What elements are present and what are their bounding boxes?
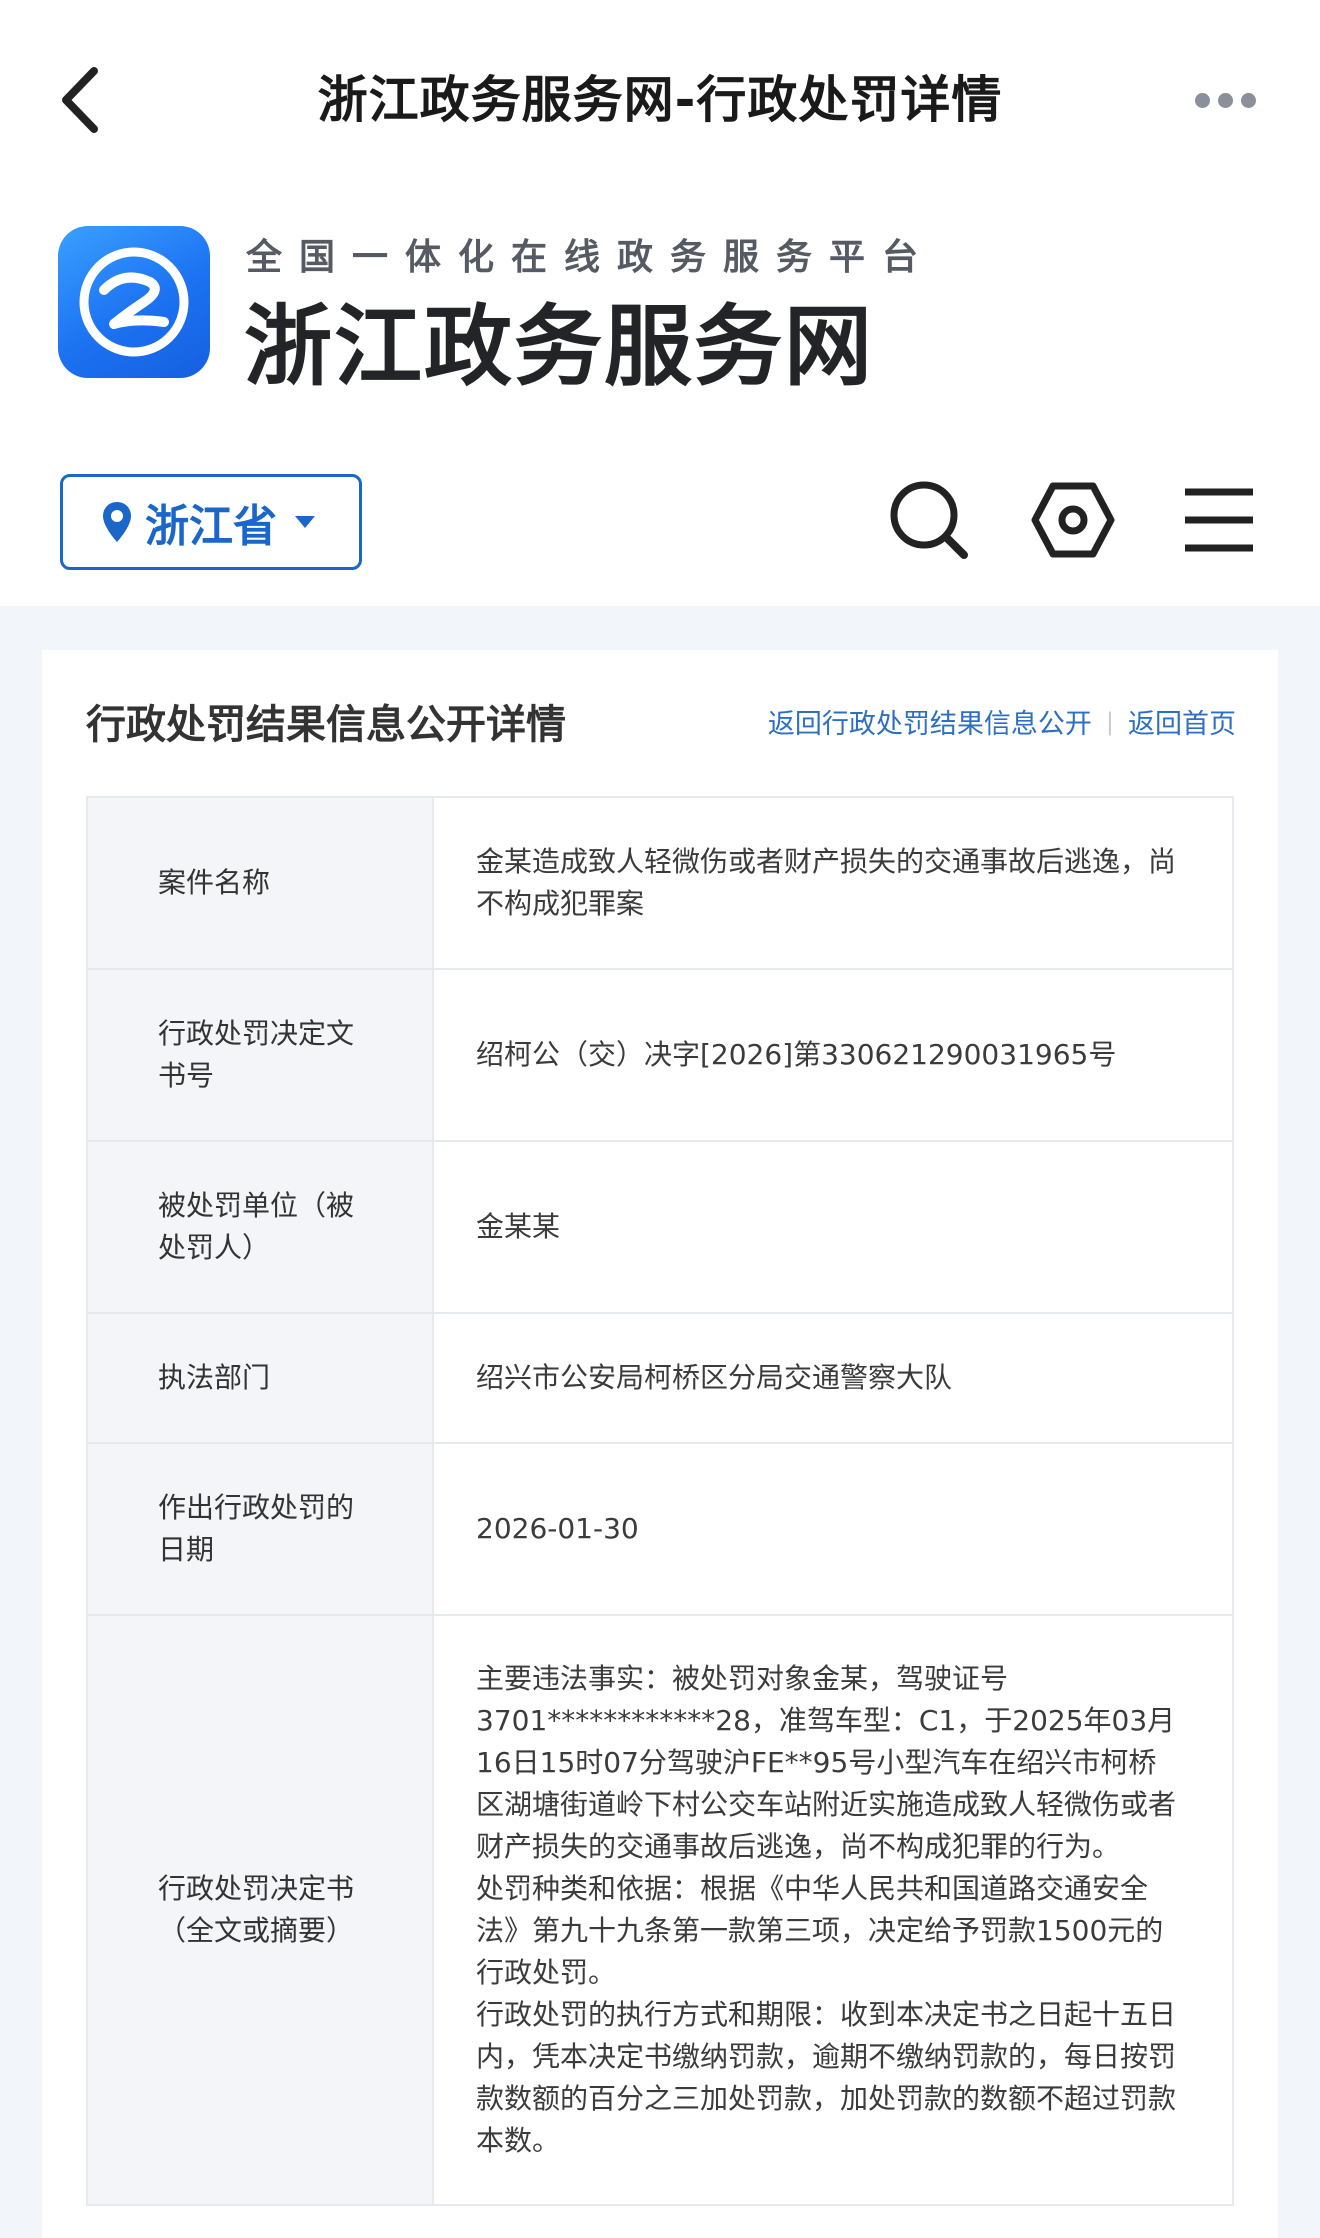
hexagon-settings-icon (1031, 482, 1115, 558)
brand-header: 全国一体化在线政务服务平台 浙江政务服务网 (58, 226, 958, 398)
table-row: 作出行政处罚的日期 2026-01-30 (86, 1442, 1234, 1616)
section-links: 返回行政处罚结果信息公开 | 返回首页 (740, 702, 1236, 741)
more-options-button[interactable] (1180, 80, 1270, 120)
table-row: 行政处罚决定书（全文或摘要） 主要违法事实：被处罚对象金某，驾驶证号3701**… (86, 1614, 1234, 2206)
page-title: 浙江政务服务网-行政处罚详情 (317, 71, 1003, 129)
caret-down-icon (295, 516, 315, 528)
home-link[interactable]: 返回首页 (1128, 702, 1236, 741)
row-key: 案件名称 (86, 796, 434, 970)
table-row: 行政处罚决定文书号 绍柯公（交）决字[2026]第330621290031965… (86, 968, 1234, 1142)
row-key: 行政处罚决定书（全文或摘要） (86, 1614, 434, 2206)
link-separator: | (1105, 707, 1114, 736)
menu-button[interactable] (1174, 475, 1264, 565)
row-value: 主要违法事实：被处罚对象金某，驾驶证号3701************28，准驾… (432, 1614, 1234, 2206)
search-button[interactable] (884, 475, 974, 565)
more-dot-icon (1194, 92, 1210, 108)
more-dot-icon (1217, 92, 1233, 108)
brand-name: 浙江政务服务网 (244, 294, 875, 398)
penalty-detail-table: 案件名称 金某造成致人轻微伤或者财产损失的交通事故后逃逸，尚不构成犯罪案 行政处… (86, 796, 1234, 2206)
row-value: 绍兴市公安局柯桥区分局交通警察大队 (432, 1312, 1234, 1444)
back-to-list-link[interactable]: 返回行政处罚结果信息公开 (768, 702, 1092, 741)
settings-button[interactable] (1028, 475, 1118, 565)
region-selector[interactable]: 浙江省 (60, 474, 362, 570)
decision-paragraph: 主要违法事实：被处罚对象金某，驾驶证号3701************28，准驾… (476, 1662, 1177, 1863)
table-row: 案件名称 金某造成致人轻微伤或者财产损失的交通事故后逃逸，尚不构成犯罪案 (86, 796, 1234, 970)
row-key: 执法部门 (86, 1312, 434, 1444)
row-key: 被处罚单位（被处罚人） (86, 1140, 434, 1314)
zhejiang-logo-icon[interactable] (58, 226, 210, 378)
row-key: 行政处罚决定文书号 (86, 968, 434, 1142)
more-dot-icon (1240, 92, 1256, 108)
decision-paragraph: 处罚种类和依据：根据《中华人民共和国道路交通安全法》第九十九条第一款第三项，决定… (476, 1872, 1164, 1989)
table-row: 执法部门 绍兴市公安局柯桥区分局交通警察大队 (86, 1312, 1234, 1444)
row-value: 金某某 (432, 1140, 1234, 1314)
brand-subtitle: 全国一体化在线政务服务平台 (246, 237, 936, 278)
decision-paragraph: 行政处罚的执行方式和期限：收到本决定书之日起十五日内，凭本决定书缴纳罚款，逾期不… (476, 1998, 1177, 2157)
search-icon (890, 481, 968, 559)
table-row: 被处罚单位（被处罚人） 金某某 (86, 1140, 1234, 1314)
row-value: 2026-01-30 (432, 1442, 1234, 1616)
row-value: 绍柯公（交）决字[2026]第330621290031965号 (432, 968, 1234, 1142)
section-title: 行政处罚结果信息公开详情 (86, 702, 566, 748)
row-key: 作出行政处罚的日期 (86, 1442, 434, 1616)
region-label: 浙江省 (145, 501, 277, 552)
row-value: 金某造成致人轻微伤或者财产损失的交通事故后逃逸，尚不构成犯罪案 (432, 796, 1234, 970)
top-nav-bar: 浙江政务服务网-行政处罚详情 (0, 0, 1320, 200)
location-pin-icon (103, 502, 131, 542)
hamburger-menu-icon (1185, 488, 1253, 552)
